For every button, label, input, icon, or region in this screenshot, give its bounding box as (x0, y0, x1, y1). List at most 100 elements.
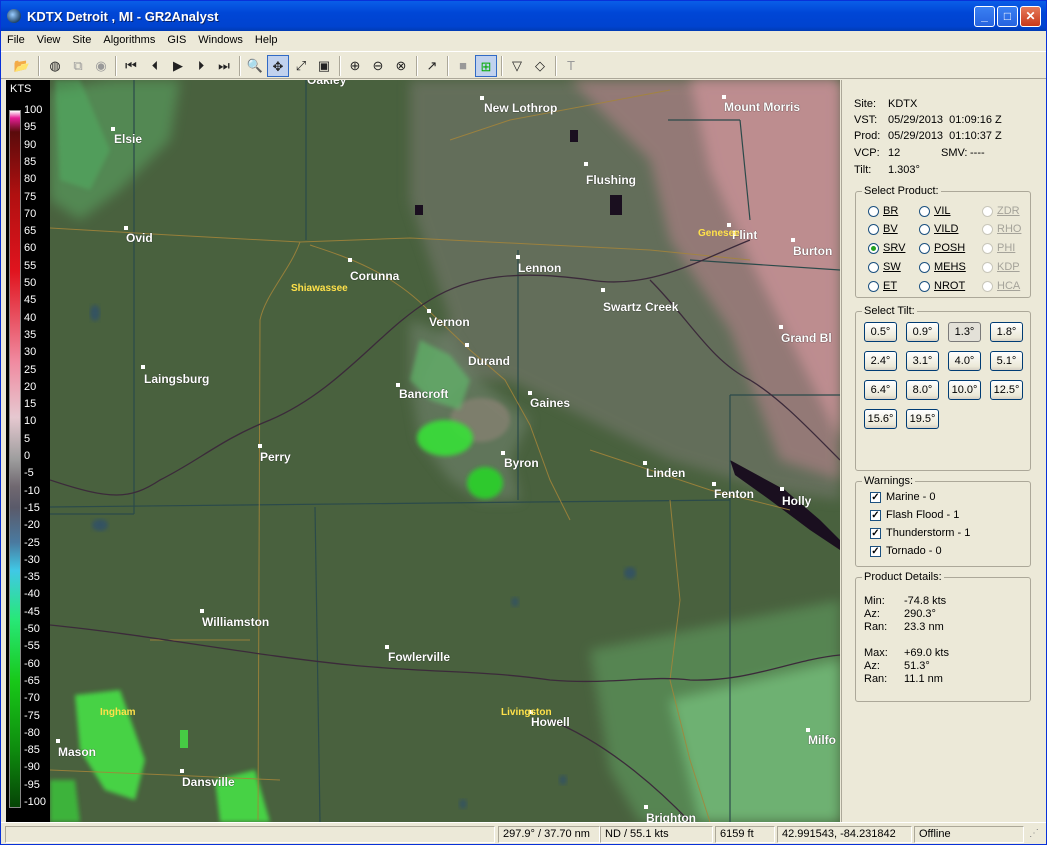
scale-tick-label: 95 (24, 121, 37, 134)
scale-tick-label: -75 (24, 709, 40, 722)
tilt-button[interactable]: 12.5° (990, 380, 1023, 400)
menu-view[interactable]: View (31, 31, 67, 46)
maximize-button[interactable]: □ (997, 6, 1018, 27)
tilt-button[interactable]: 1.3° (948, 322, 981, 342)
cross-section-icon[interactable]: ↗ (421, 55, 443, 77)
menu-algorithms[interactable]: Algorithms (97, 31, 161, 46)
volume-icon[interactable]: ■ (452, 55, 474, 77)
last-frame-icon[interactable]: ⏭ (213, 55, 235, 77)
city-label-fenton: Fenton (714, 487, 754, 501)
scale-tick-label: -25 (24, 536, 40, 549)
radio-et[interactable] (868, 281, 879, 292)
mode-icon[interactable]: ⊞ (475, 55, 497, 77)
scale-tick-label: 25 (24, 363, 37, 376)
toolbar-separator (447, 56, 449, 76)
product-label-vild[interactable]: VILD (934, 223, 958, 235)
radio-vil[interactable] (919, 206, 930, 217)
radio-posh[interactable] (919, 243, 930, 254)
tilt-button[interactable]: 5.1° (990, 351, 1023, 371)
title-bar[interactable]: KDTX Detroit , MI - GR2Analyst _ □ ✕ (1, 1, 1046, 31)
layers-icon[interactable]: ▣ (313, 55, 335, 77)
zoom-icon[interactable]: 🔍 (244, 55, 266, 77)
city-label-lennon: Lennon (518, 261, 562, 275)
tilt-button[interactable]: 4.0° (948, 351, 981, 371)
product-label-vil[interactable]: VIL (934, 205, 951, 217)
open-folder-icon[interactable]: 📂 (11, 55, 33, 77)
product-label-sw[interactable]: SW (883, 261, 901, 273)
tilt-button[interactable]: 15.6° (864, 409, 897, 429)
county-label-shiawassee: Shiawassee (291, 283, 348, 294)
scale-tick-label: 15 (24, 398, 37, 411)
tilt-button[interactable]: 2.4° (864, 351, 897, 371)
radio-phi (982, 243, 993, 254)
product-label-nrot[interactable]: NROT (934, 280, 965, 292)
city-marker (791, 238, 795, 242)
first-frame-icon[interactable]: ⏮ (120, 55, 142, 77)
close-button[interactable]: ✕ (1020, 6, 1041, 27)
radio-zdr (982, 206, 993, 217)
tilt-button[interactable]: 8.0° (906, 380, 939, 400)
resize-grip-icon[interactable]: ⋰ (1029, 828, 1039, 839)
radio-srv[interactable] (868, 243, 879, 254)
tilt-button[interactable]: 0.5° (864, 322, 897, 342)
scale-tick-label: 55 (24, 259, 37, 272)
tilt-button[interactable]: 19.5° (906, 409, 939, 429)
radio-vild[interactable] (919, 224, 930, 235)
tilt-button[interactable]: 0.9° (906, 322, 939, 342)
zoom-out-icon[interactable]: ⊖ (367, 55, 389, 77)
county-label-genesee: Genesee (698, 228, 740, 239)
menu-gis[interactable]: GIS (161, 31, 192, 46)
city-marker (722, 95, 726, 99)
county-label-ingham: Ingham (100, 707, 136, 718)
city-label-mason: Mason (58, 745, 97, 759)
pan-icon[interactable]: ✥ (267, 55, 289, 77)
next-frame-icon[interactable]: ⏵ (190, 55, 212, 77)
warning-checkbox[interactable]: ✓ (870, 528, 881, 539)
measure-icon[interactable]: ⤢ (290, 55, 312, 77)
export-icon[interactable]: ◉ (90, 55, 112, 77)
radio-sw[interactable] (868, 262, 879, 273)
play-icon[interactable]: ▶ (167, 55, 189, 77)
warning-checkbox[interactable]: ✓ (870, 492, 881, 503)
tilt-button[interactable]: 3.1° (906, 351, 939, 371)
city-label-williamston: Williamston (202, 615, 270, 629)
warning-label: Flash Flood - 1 (886, 509, 960, 521)
zoom-in-icon[interactable]: ⊕ (344, 55, 366, 77)
product-label-et[interactable]: ET (883, 280, 897, 292)
tilt-button[interactable]: 6.4° (864, 380, 897, 400)
zoom-reset-icon[interactable]: ⊗ (390, 55, 412, 77)
tilt-button[interactable]: 1.8° (990, 322, 1023, 342)
city-label-holly: Holly (782, 494, 812, 508)
city-marker (780, 487, 784, 491)
minimize-button[interactable]: _ (974, 6, 995, 27)
radio-mehs[interactable] (919, 262, 930, 273)
radar-map[interactable]: Oakley New Lothrop Mount Morris Elsie Flushi… (50, 80, 840, 822)
warning-checkbox[interactable]: ✓ (870, 510, 881, 521)
scale-tick-label: 50 (24, 277, 37, 289)
triangle-icon[interactable]: ▽ (506, 55, 528, 77)
menu-site[interactable]: Site (66, 31, 97, 46)
product-label-bv[interactable]: BV (883, 223, 898, 235)
scale-tick-label: -15 (24, 501, 40, 514)
scale-tick-label: 65 (24, 225, 37, 238)
menu-help[interactable]: Help (249, 31, 284, 46)
warning-checkbox[interactable]: ✓ (870, 546, 881, 557)
control-panel: Site: KDTX VST: 05/29/2013 01:09:16 Z Pr… (841, 80, 1043, 822)
radio-nrot[interactable] (919, 281, 930, 292)
tilt-value: 1.303° (888, 164, 920, 176)
radio-bv[interactable] (868, 224, 879, 235)
menu-file[interactable]: File (1, 31, 31, 46)
diamond-icon[interactable]: ◇ (529, 55, 551, 77)
copy-icon[interactable]: ⧉ (67, 55, 89, 77)
product-label-mehs[interactable]: MEHS (934, 261, 966, 273)
product-label-br[interactable]: BR (883, 205, 898, 217)
product-label-posh[interactable]: POSH (934, 242, 965, 254)
text-icon[interactable]: T (560, 55, 582, 77)
prev-frame-icon[interactable]: ⏴ (144, 55, 166, 77)
tilt-button[interactable]: 10.0° (948, 380, 981, 400)
radio-br[interactable] (868, 206, 879, 217)
menu-windows[interactable]: Windows (192, 31, 249, 46)
globe-icon[interactable]: ◍ (44, 55, 66, 77)
product-label-srv[interactable]: SRV (883, 242, 905, 254)
scale-tick-label: 70 (24, 207, 37, 220)
